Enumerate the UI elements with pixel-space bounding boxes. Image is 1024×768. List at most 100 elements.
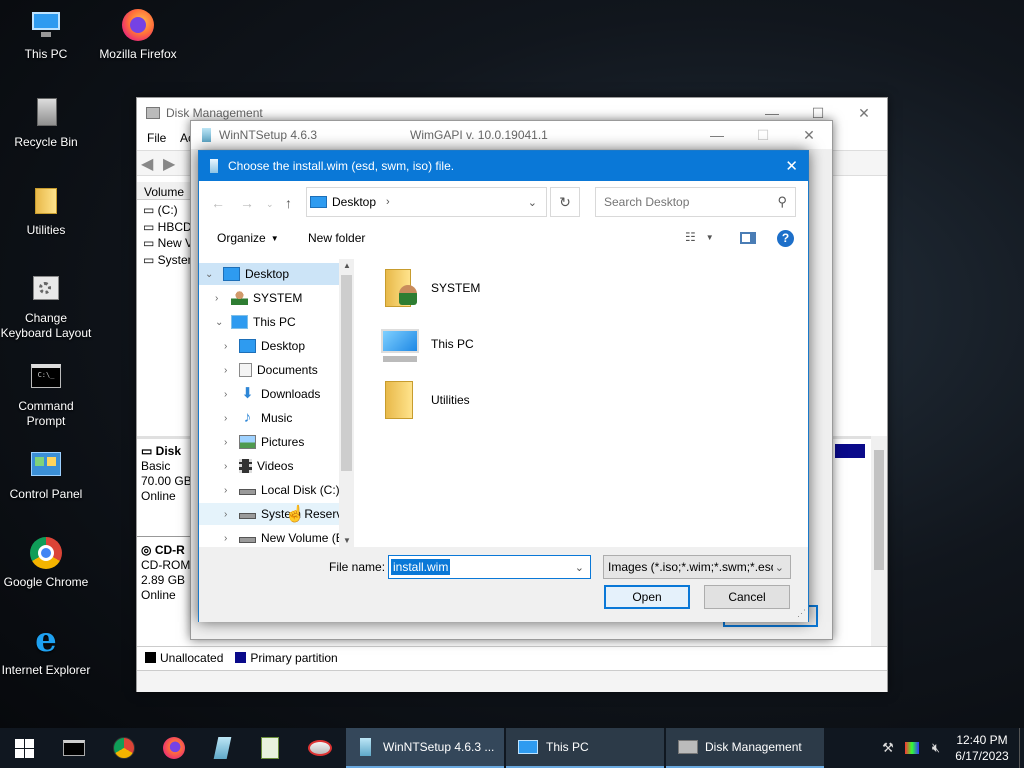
dialog-titlebar[interactable]: Choose the install.wim (esd, swm, iso) f… [199, 151, 808, 181]
chevron-right-icon[interactable]: › [215, 293, 218, 304]
back-icon[interactable]: ◀ [141, 154, 153, 174]
task-this-pc[interactable]: This PC [506, 728, 664, 768]
list-item[interactable]: ▭ Systen [143, 252, 194, 269]
search-box[interactable]: ⚲ [595, 187, 796, 217]
chevron-down-icon[interactable]: ⌄ [205, 269, 213, 280]
task-winntsetup[interactable]: WinNTSetup 4.6.3 ... [346, 728, 504, 768]
maximize-button[interactable]: ☐ [740, 121, 786, 149]
chevron-right-icon[interactable]: › [224, 365, 227, 376]
tree-item-music[interactable]: › ♪ Music [199, 407, 292, 429]
up-icon[interactable]: ↑ [285, 195, 292, 211]
start-button[interactable] [0, 728, 48, 768]
recent-locations-icon[interactable]: ⌄ [266, 199, 274, 210]
tree-item-desktop-sub[interactable]: › Desktop [199, 335, 305, 357]
tree-label: Documents [257, 363, 318, 377]
forward-icon[interactable]: ▶ [163, 154, 175, 174]
tree-item-documents[interactable]: › Documents [199, 359, 318, 381]
tree-item-videos[interactable]: › Videos [199, 455, 293, 477]
list-item[interactable]: ▭ New V [143, 235, 194, 252]
chevron-right-icon[interactable]: › [224, 437, 227, 448]
help-icon[interactable]: ? [777, 230, 794, 247]
desktop-icon-control-panel[interactable]: Control Panel [0, 448, 92, 502]
desktop-icon-internet-explorer[interactable]: e Internet Explorer [0, 623, 92, 678]
desktop-icon-chrome[interactable]: Google Chrome [0, 536, 92, 590]
taskbar-notepad[interactable] [246, 728, 294, 768]
file-item-this-pc[interactable]: This PC [379, 319, 474, 369]
chevron-down-icon[interactable]: ⌄ [575, 561, 584, 574]
tree-item-desktop[interactable]: ⌄ Desktop [199, 263, 339, 285]
taskbar-tool[interactable] [296, 728, 344, 768]
desktop-icon-firefox[interactable]: Mozilla Firefox [92, 8, 184, 62]
column-volume[interactable]: Volume [137, 182, 193, 200]
address-bar[interactable]: Desktop › ⌄ [306, 187, 547, 217]
desktop-icon-recycle-bin[interactable]: Recycle Bin [0, 96, 92, 150]
menu-file[interactable]: File [147, 131, 166, 145]
filename-input[interactable]: install.wim [391, 559, 451, 575]
new-folder-button[interactable]: New folder [308, 231, 365, 245]
list-item[interactable]: ▭ HBCD [143, 219, 194, 236]
desktop-icon-this-pc[interactable]: This PC [0, 8, 92, 62]
back-icon[interactable]: ← [211, 195, 225, 211]
view-options-button[interactable]: ☷ ▼ [685, 230, 714, 244]
file-item-utilities[interactable]: Utilities [379, 375, 470, 425]
organize-button[interactable]: Organize ▼ [217, 231, 279, 245]
scroll-down-icon[interactable]: ▼ [343, 536, 351, 545]
chevron-down-icon[interactable]: ⌄ [775, 561, 784, 574]
close-icon[interactable]: ✕ [785, 157, 798, 175]
desktop-icon-keyboard-layout[interactable]: Change Keyboard Layout [0, 272, 92, 341]
breadcrumb-desktop[interactable]: Desktop [332, 195, 376, 209]
chevron-down-icon[interactable]: ⌄ [528, 196, 537, 209]
chevron-down-icon[interactable]: ⌄ [215, 317, 223, 328]
taskbar-winntsetup[interactable] [198, 728, 246, 768]
task-disk-management[interactable]: Disk Management [666, 728, 824, 768]
tree-item-system[interactable]: › SYSTEM [199, 287, 302, 309]
desktop-icon-command-prompt[interactable]: C:\_ Command Prompt [0, 360, 92, 429]
list-item[interactable]: ▭ (C:) [143, 202, 194, 219]
tree-item-pictures[interactable]: › Pictures [199, 431, 304, 453]
volume-muted-icon[interactable]: 🔇︎ [926, 728, 946, 768]
search-input[interactable] [604, 195, 764, 209]
preview-pane-icon[interactable] [740, 232, 756, 244]
forward-icon[interactable]: → [240, 195, 254, 211]
chevron-right-icon[interactable]: › [224, 533, 227, 544]
taskbar-chrome[interactable] [100, 728, 148, 768]
file-type-select[interactable]: Images (*.iso;*.wim;*.swm;*.esd ⌄ [603, 555, 791, 579]
chevron-right-icon[interactable]: › [224, 341, 227, 352]
file-item-system[interactable]: SYSTEM [379, 263, 480, 313]
vertical-scrollbar[interactable] [871, 436, 887, 646]
tree-item-new-volume[interactable]: › New Volume (E [199, 527, 344, 547]
mouse-cursor-icon: ☝ [285, 506, 305, 523]
tree-item-downloads[interactable]: › ⬇ Downloads [199, 383, 320, 405]
show-desktop-button[interactable] [1019, 728, 1024, 768]
open-button[interactable]: Open [604, 585, 690, 609]
pictures-icon [239, 435, 256, 449]
taskbar-command-prompt[interactable] [50, 728, 98, 768]
scroll-thumb[interactable] [341, 275, 352, 471]
minimize-button[interactable]: — [694, 121, 740, 149]
clock[interactable]: 12:40 PM 6/17/2023 [948, 728, 1016, 768]
scroll-up-icon[interactable]: ▲ [343, 261, 351, 270]
desktop-icon-label: Google Chrome [3, 575, 89, 589]
chevron-right-icon[interactable]: › [224, 461, 227, 472]
drive-icon [239, 513, 256, 519]
chevron-right-icon[interactable]: › [224, 485, 227, 496]
tree-item-system-reserved[interactable]: › System Reserve [199, 503, 354, 525]
tree-scrollbar[interactable]: ▲ ▼ [339, 259, 354, 547]
network-icon[interactable]: ⚒ [878, 728, 898, 768]
partition-bar[interactable] [835, 444, 865, 458]
close-button[interactable]: ✕ [786, 121, 832, 149]
tree-item-local-disk[interactable]: › Local Disk (C:) [199, 479, 340, 501]
desktop-icon-utilities[interactable]: Utilities [0, 184, 92, 238]
cancel-button[interactable]: Cancel [704, 585, 790, 609]
chevron-right-icon[interactable]: › [224, 413, 227, 424]
refresh-icon[interactable]: ↻ [550, 187, 580, 217]
tree-item-this-pc[interactable]: ⌄ This PC [199, 311, 296, 333]
display-icon[interactable] [902, 728, 922, 768]
filename-field[interactable]: install.wim ⌄ [388, 555, 591, 579]
taskbar-firefox[interactable] [150, 728, 198, 768]
breadcrumb-chevron-icon[interactable]: › [386, 196, 390, 208]
close-button[interactable]: ✕ [841, 98, 887, 128]
resize-grip-icon[interactable]: ⋰ [797, 608, 806, 619]
chevron-right-icon[interactable]: › [224, 509, 227, 520]
chevron-right-icon[interactable]: › [224, 389, 227, 400]
